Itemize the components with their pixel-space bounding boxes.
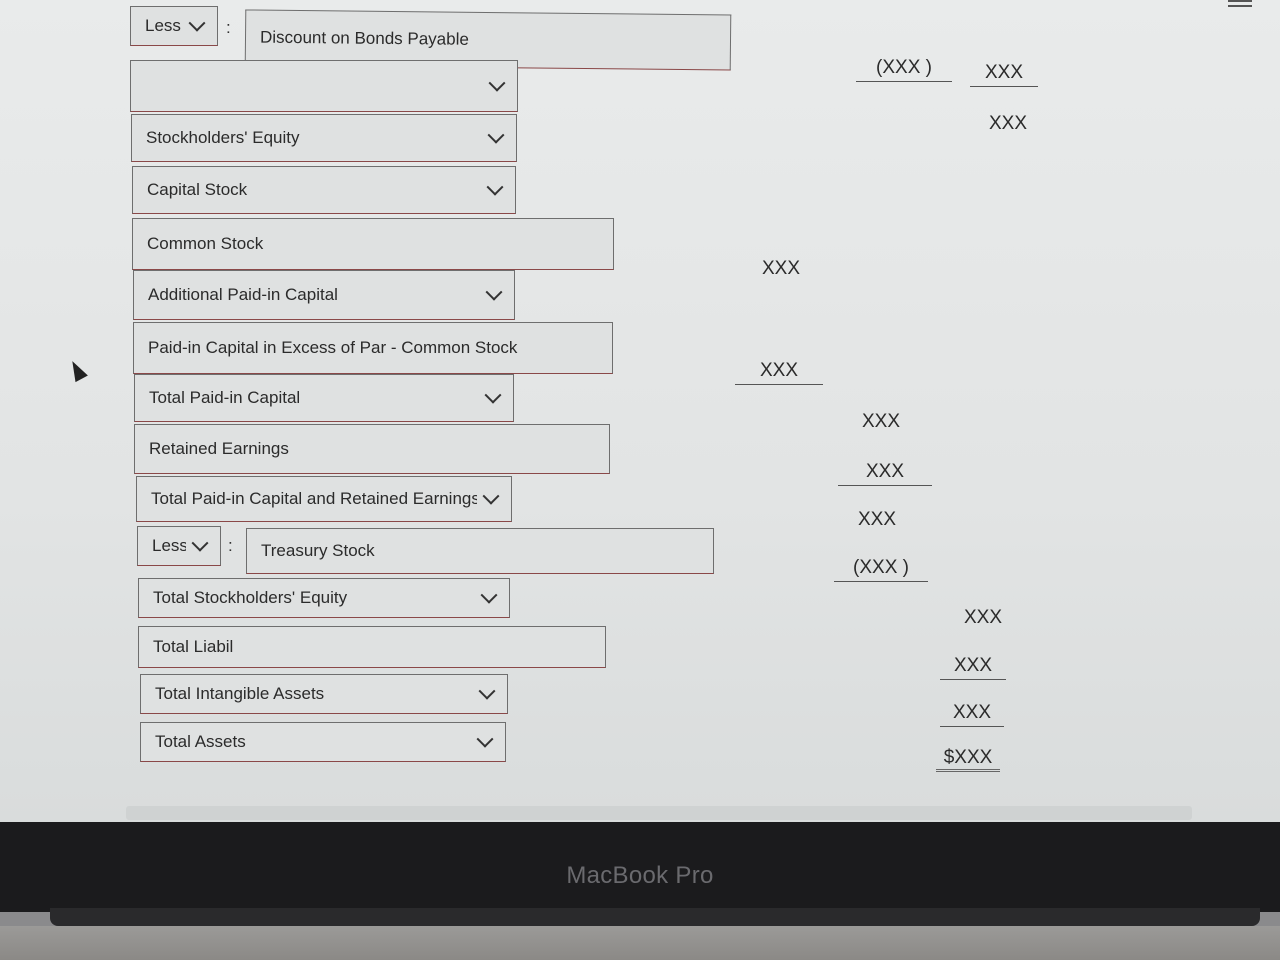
laptop-hinge bbox=[50, 908, 1260, 926]
amount-total-paid-in: XXX bbox=[861, 411, 901, 432]
chevron-down-icon bbox=[487, 126, 505, 144]
additional-paid-in-capital-dropdown[interactable]: Additional Paid-in Capital bbox=[133, 270, 515, 320]
amount-total-liabilities-equity: XXX bbox=[940, 652, 1006, 680]
chevron-down-icon bbox=[478, 682, 496, 700]
chevron-down-icon bbox=[480, 586, 498, 604]
total-stockholders-equity-dropdown[interactable]: Total Stockholders' Equity bbox=[138, 578, 510, 618]
paid-in-excess-value: Paid-in Capital in Excess of Par - Commo… bbox=[148, 338, 518, 357]
total-liabil-input[interactable]: Total Liabil bbox=[138, 626, 606, 668]
amount-paid-in-excess: XXX bbox=[735, 357, 823, 385]
paid-in-excess-input[interactable]: Paid-in Capital in Excess of Par - Commo… bbox=[133, 322, 613, 374]
chevron-down-icon bbox=[486, 178, 504, 196]
total-assets-value: Total Assets bbox=[155, 732, 246, 751]
less-dropdown-2-value: Less bbox=[152, 536, 186, 555]
total-liabil-value: Total Liabil bbox=[153, 637, 234, 656]
treasury-stock-input[interactable]: Treasury Stock bbox=[246, 528, 714, 574]
device-brand-label: MacBook Pro bbox=[566, 862, 714, 889]
colon-separator: : bbox=[226, 18, 231, 37]
amount-total-liabilities: XXX bbox=[988, 113, 1028, 134]
total-intangible-assets-value: Total Intangible Assets bbox=[155, 684, 325, 703]
chevron-down-icon bbox=[482, 487, 500, 505]
chevron-down-icon bbox=[484, 386, 502, 404]
less-dropdown-2[interactable]: Less bbox=[137, 526, 221, 566]
total-paid-in-and-retained-value: Total Paid-in Capital and Retained Earni… bbox=[151, 489, 477, 508]
blank-account-dropdown[interactable] bbox=[130, 60, 518, 112]
amount-discount-bonds: (XXX ) bbox=[856, 54, 952, 82]
additional-paid-in-capital-value: Additional Paid-in Capital bbox=[148, 285, 338, 304]
colon-separator-2: : bbox=[228, 536, 233, 555]
stockholders-equity-value: Stockholders' Equity bbox=[146, 128, 300, 147]
horizontal-scrollbar[interactable] bbox=[126, 806, 1192, 820]
chevron-down-icon bbox=[191, 534, 209, 552]
total-paid-in-capital-value: Total Paid-in Capital bbox=[149, 388, 301, 407]
amount-retained-earnings: XXX bbox=[838, 458, 932, 486]
amount-treasury-stock: (XXX ) bbox=[834, 554, 928, 582]
amount-total-paid-in-retained: XXX bbox=[857, 509, 897, 530]
discount-on-bonds-value: Discount on Bonds Payable bbox=[259, 27, 469, 49]
mouse-cursor-icon bbox=[66, 357, 88, 383]
amount-common-stock: XXX bbox=[761, 258, 801, 279]
common-stock-value: Common Stock bbox=[147, 234, 264, 253]
total-stockholders-equity-value: Total Stockholders' Equity bbox=[153, 588, 348, 607]
less-dropdown[interactable]: Less bbox=[130, 6, 218, 46]
capital-stock-value: Capital Stock bbox=[147, 180, 248, 199]
amount-total-stockholders-equity: XXX bbox=[963, 607, 1003, 628]
chevron-down-icon bbox=[485, 283, 503, 301]
amount-bonds-net: XXX bbox=[970, 59, 1038, 87]
chevron-down-icon bbox=[488, 74, 506, 92]
total-paid-in-and-retained-dropdown[interactable]: Total Paid-in Capital and Retained Earni… bbox=[136, 476, 512, 522]
total-paid-in-capital-dropdown[interactable]: Total Paid-in Capital bbox=[134, 374, 514, 422]
retained-earnings-value: Retained Earnings bbox=[149, 439, 289, 458]
amount-total-assets: $XXX bbox=[936, 744, 1000, 772]
less-dropdown-value: Less bbox=[145, 16, 181, 35]
retained-earnings-input[interactable]: Retained Earnings bbox=[134, 424, 610, 474]
browser-content: Less : Discount on Bonds Payable Stockho… bbox=[0, 0, 1280, 822]
capital-stock-dropdown[interactable]: Capital Stock bbox=[132, 166, 516, 214]
total-intangible-assets-dropdown[interactable]: Total Intangible Assets bbox=[140, 674, 508, 714]
amount-total-intangible-assets: XXX bbox=[940, 699, 1004, 727]
stockholders-equity-dropdown[interactable]: Stockholders' Equity bbox=[131, 114, 517, 162]
treasury-stock-value: Treasury Stock bbox=[261, 541, 375, 560]
chevron-down-icon bbox=[188, 14, 206, 32]
chevron-down-icon bbox=[476, 730, 494, 748]
common-stock-input[interactable]: Common Stock bbox=[132, 218, 614, 270]
total-assets-dropdown[interactable]: Total Assets bbox=[140, 722, 506, 762]
laptop-base bbox=[0, 926, 1280, 960]
menu-icon[interactable] bbox=[1228, 0, 1252, 14]
